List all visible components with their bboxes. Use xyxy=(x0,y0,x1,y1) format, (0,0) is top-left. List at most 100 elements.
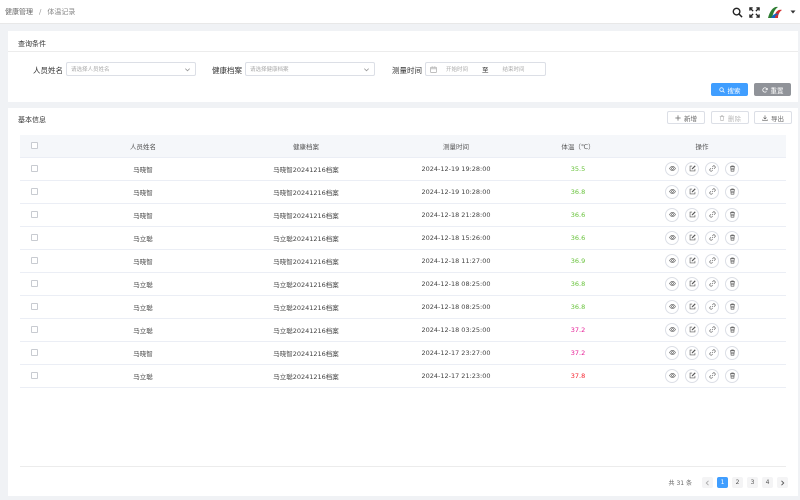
row-edit-button[interactable] xyxy=(685,207,699,222)
avatar[interactable] xyxy=(766,4,784,20)
link-icon xyxy=(709,303,716,310)
trash-icon xyxy=(729,372,736,379)
start-time-input[interactable]: 开始时间 xyxy=(446,65,468,73)
cell-person-name: 马立聪 xyxy=(48,272,238,296)
row-eye-button[interactable] xyxy=(665,253,679,268)
row-eye-button[interactable] xyxy=(665,161,679,176)
row-checkbox[interactable] xyxy=(30,188,38,195)
row-eye-button[interactable] xyxy=(665,207,679,222)
row-edit-button[interactable] xyxy=(685,299,699,314)
search-button[interactable]: 搜索 xyxy=(711,83,748,96)
cell-person-name: 马立聪 xyxy=(48,318,238,342)
row-select-cell xyxy=(20,180,48,204)
row-link-button[interactable] xyxy=(705,368,719,383)
row-select-cell xyxy=(20,364,48,388)
cell-actions xyxy=(618,203,786,227)
row-edit-button[interactable] xyxy=(685,230,699,245)
row-trash-button[interactable] xyxy=(725,299,739,314)
trash-icon xyxy=(729,326,736,333)
row-eye-button[interactable] xyxy=(665,230,679,245)
link-icon xyxy=(709,211,716,218)
cell-actions xyxy=(618,180,786,204)
row-eye-button[interactable] xyxy=(665,322,679,337)
page-button-4[interactable]: 4 xyxy=(762,477,773,488)
row-link-button[interactable] xyxy=(705,184,719,199)
next-page-button[interactable] xyxy=(777,477,788,488)
edit-icon xyxy=(689,234,696,241)
row-checkbox[interactable] xyxy=(30,280,38,287)
row-checkbox[interactable] xyxy=(30,349,38,356)
row-edit-button[interactable] xyxy=(685,161,699,176)
fullscreen-icon[interactable] xyxy=(749,6,760,18)
reset-button[interactable]: 重置 xyxy=(754,83,791,96)
row-link-button[interactable] xyxy=(705,276,719,291)
cell-person-name: 马晓智 xyxy=(48,249,238,273)
row-checkbox[interactable] xyxy=(30,257,38,264)
link-icon xyxy=(709,372,716,379)
page-button-2[interactable]: 2 xyxy=(732,477,743,488)
row-trash-button[interactable] xyxy=(725,253,739,268)
archive-select[interactable]: 请选择健康档案 xyxy=(245,62,375,76)
row-edit-button[interactable] xyxy=(685,345,699,360)
eye-icon xyxy=(668,303,676,310)
page-button-3[interactable]: 3 xyxy=(747,477,758,488)
row-trash-button[interactable] xyxy=(725,230,739,245)
row-trash-button[interactable] xyxy=(725,207,739,222)
export-button[interactable]: 导出 xyxy=(754,111,792,124)
row-link-button[interactable] xyxy=(705,230,719,245)
cell-measure-time: 2024-12-18 03:25:00 xyxy=(374,318,538,342)
eye-icon xyxy=(668,257,676,264)
select-all-checkbox[interactable] xyxy=(30,142,38,150)
row-checkbox[interactable] xyxy=(30,326,38,333)
prev-page-button[interactable] xyxy=(702,477,713,488)
measure-time-range[interactable]: 开始时间 至 结束时间 xyxy=(425,62,546,76)
row-eye-button[interactable] xyxy=(665,184,679,199)
row-edit-button[interactable] xyxy=(685,184,699,199)
table-row: 马立聪 马立聪20241216档案 2024-12-18 03:25:00 37.2 xyxy=(20,318,786,342)
row-checkbox[interactable] xyxy=(30,372,38,379)
row-trash-button[interactable] xyxy=(725,368,739,383)
row-edit-button[interactable] xyxy=(685,253,699,268)
row-checkbox[interactable] xyxy=(30,234,38,241)
cell-temperature: 37.2 xyxy=(538,318,618,342)
cell-temperature: 36.6 xyxy=(538,226,618,250)
page-button-1[interactable]: 1 xyxy=(717,477,728,488)
row-trash-button[interactable] xyxy=(725,184,739,199)
row-edit-button[interactable] xyxy=(685,322,699,337)
row-link-button[interactable] xyxy=(705,299,719,314)
search-icon[interactable] xyxy=(732,7,743,18)
eye-icon xyxy=(668,280,676,287)
add-button[interactable]: 新增 xyxy=(667,111,705,124)
row-edit-button[interactable] xyxy=(685,276,699,291)
caret-down-icon[interactable] xyxy=(790,9,796,15)
row-trash-button[interactable] xyxy=(725,322,739,337)
row-eye-button[interactable] xyxy=(665,276,679,291)
delete-button[interactable]: 删除 xyxy=(711,111,749,124)
link-icon xyxy=(709,326,716,333)
range-separator: 至 xyxy=(482,66,489,74)
row-eye-button[interactable] xyxy=(665,299,679,314)
breadcrumb-parent[interactable]: 健康管理 xyxy=(5,7,33,17)
row-edit-button[interactable] xyxy=(685,368,699,383)
archive-placeholder: 请选择健康档案 xyxy=(250,67,289,73)
end-time-input[interactable]: 结束时间 xyxy=(503,65,525,73)
row-link-button[interactable] xyxy=(705,322,719,337)
table-row: 马晓智 马晓智20241216档案 2024-12-17 23:27:00 37.2 xyxy=(20,341,786,365)
row-trash-button[interactable] xyxy=(725,161,739,176)
row-select-cell xyxy=(20,318,48,342)
row-checkbox[interactable] xyxy=(30,165,38,172)
row-checkbox[interactable] xyxy=(30,211,38,218)
row-eye-button[interactable] xyxy=(665,368,679,383)
row-trash-button[interactable] xyxy=(725,276,739,291)
row-trash-button[interactable] xyxy=(725,345,739,360)
row-eye-button[interactable] xyxy=(665,345,679,360)
row-link-button[interactable] xyxy=(705,161,719,176)
person-name-select[interactable]: 请选择人员姓名 xyxy=(66,62,196,76)
link-icon xyxy=(709,234,716,241)
calendar-icon xyxy=(430,65,437,73)
row-actions xyxy=(618,299,786,314)
row-link-button[interactable] xyxy=(705,253,719,268)
row-link-button[interactable] xyxy=(705,207,719,222)
row-checkbox[interactable] xyxy=(30,303,38,310)
row-link-button[interactable] xyxy=(705,345,719,360)
